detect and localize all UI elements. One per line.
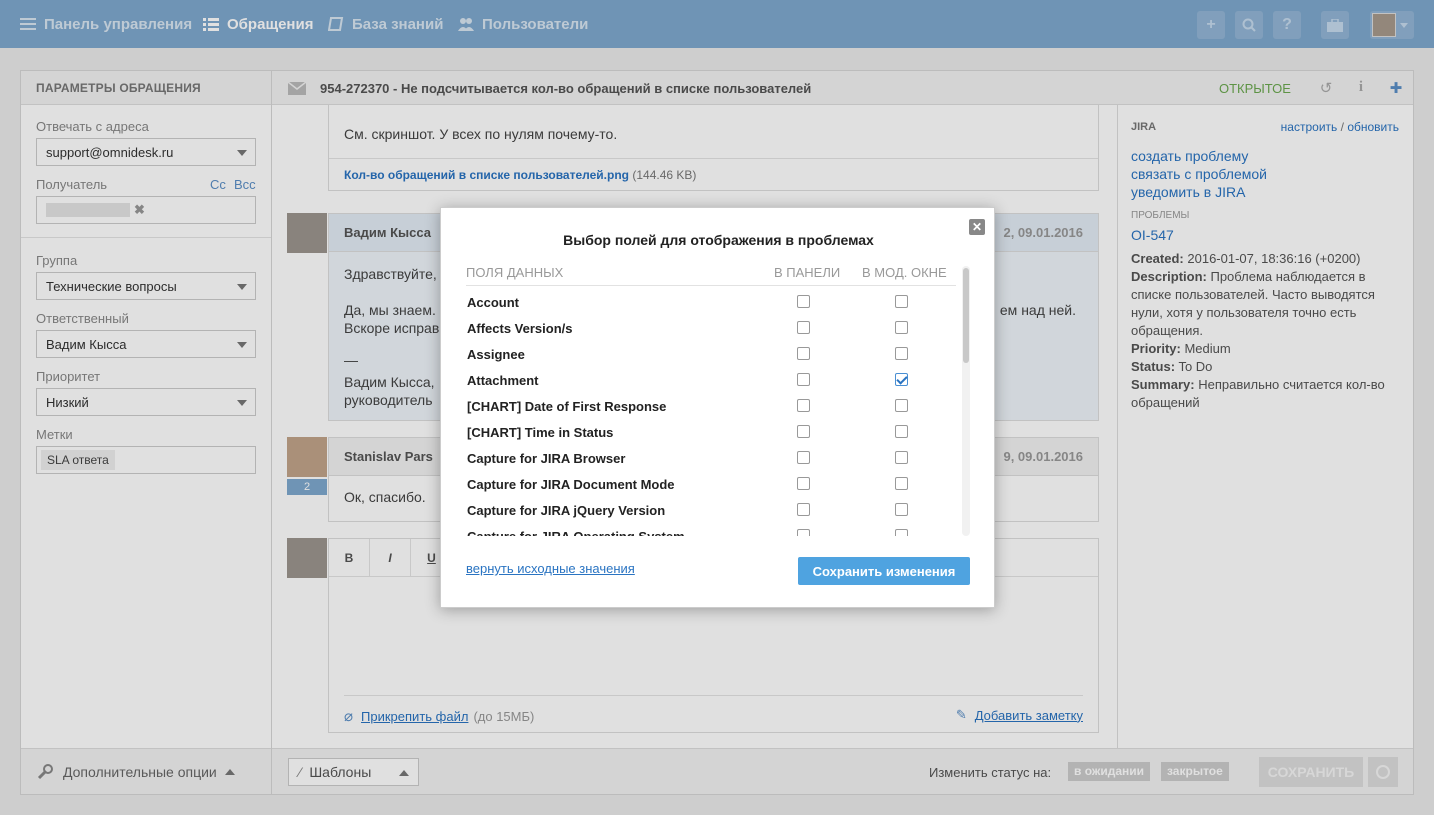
reset-defaults-link[interactable]: вернуть исходные значения [466, 561, 635, 576]
field-row: Capture for JIRA jQuery Version [466, 496, 961, 522]
field-row: Capture for JIRA Browser [466, 444, 961, 470]
panel-checkbox[interactable] [797, 295, 810, 308]
field-name: [CHART] Date of First Response [467, 399, 667, 414]
modal-checkbox[interactable] [895, 451, 908, 464]
modal-checkbox[interactable] [895, 425, 908, 438]
panel-checkbox[interactable] [797, 425, 810, 438]
panel-checkbox[interactable] [797, 321, 810, 334]
scrollbar-thumb[interactable] [963, 268, 969, 363]
field-row: Affects Version/s [466, 314, 961, 340]
panel-checkbox[interactable] [797, 529, 810, 536]
panel-checkbox[interactable] [797, 373, 810, 386]
field-name: Attachment [467, 373, 539, 388]
fields-list: Account Affects Version/s Assignee Attachme… [466, 286, 961, 536]
panel-checkbox[interactable] [797, 451, 810, 464]
modal-title: Выбор полей для отображения в проблемах [563, 232, 874, 248]
modal-checkbox[interactable] [895, 373, 908, 386]
save-changes-button[interactable]: Сохранить изменения [798, 557, 970, 585]
fields-modal: ✕ Выбор полей для отображения в проблема… [440, 207, 995, 608]
panel-checkbox[interactable] [797, 347, 810, 360]
field-name: Affects Version/s [467, 321, 573, 336]
scrollbar[interactable] [962, 266, 970, 536]
modal-checkbox[interactable] [895, 529, 908, 536]
modal-checkbox[interactable] [895, 295, 908, 308]
field-row: Capture for JIRA Document Mode [466, 470, 961, 496]
field-name: Account [467, 295, 519, 310]
field-name: Capture for JIRA Document Mode [467, 477, 675, 492]
column-header-modal: В МОД. ОКНЕ [862, 265, 947, 280]
modal-checkbox[interactable] [895, 503, 908, 516]
field-name: Capture for JIRA Browser [467, 451, 626, 466]
field-name: [CHART] Time in Status [467, 425, 614, 440]
field-name: Capture for JIRA jQuery Version [467, 503, 666, 518]
field-row: Capture for JIRA Operating System [466, 522, 961, 536]
modal-checkbox[interactable] [895, 321, 908, 334]
panel-checkbox[interactable] [797, 503, 810, 516]
panel-checkbox[interactable] [797, 477, 810, 490]
column-header-panel: В ПАНЕЛИ [774, 265, 841, 280]
field-name: Assignee [467, 347, 525, 362]
panel-checkbox[interactable] [797, 399, 810, 412]
field-row: Attachment [466, 366, 961, 392]
field-name: Capture for JIRA Operating System [467, 529, 685, 536]
modal-checkbox[interactable] [895, 347, 908, 360]
field-row: Account [466, 288, 961, 314]
field-row: [CHART] Date of First Response [466, 392, 961, 418]
column-header-fields: ПОЛЯ ДАННЫХ [466, 265, 564, 280]
modal-checkbox[interactable] [895, 399, 908, 412]
modal-checkbox[interactable] [895, 477, 908, 490]
field-row: [CHART] Time in Status [466, 418, 961, 444]
field-row: Assignee [466, 340, 961, 366]
